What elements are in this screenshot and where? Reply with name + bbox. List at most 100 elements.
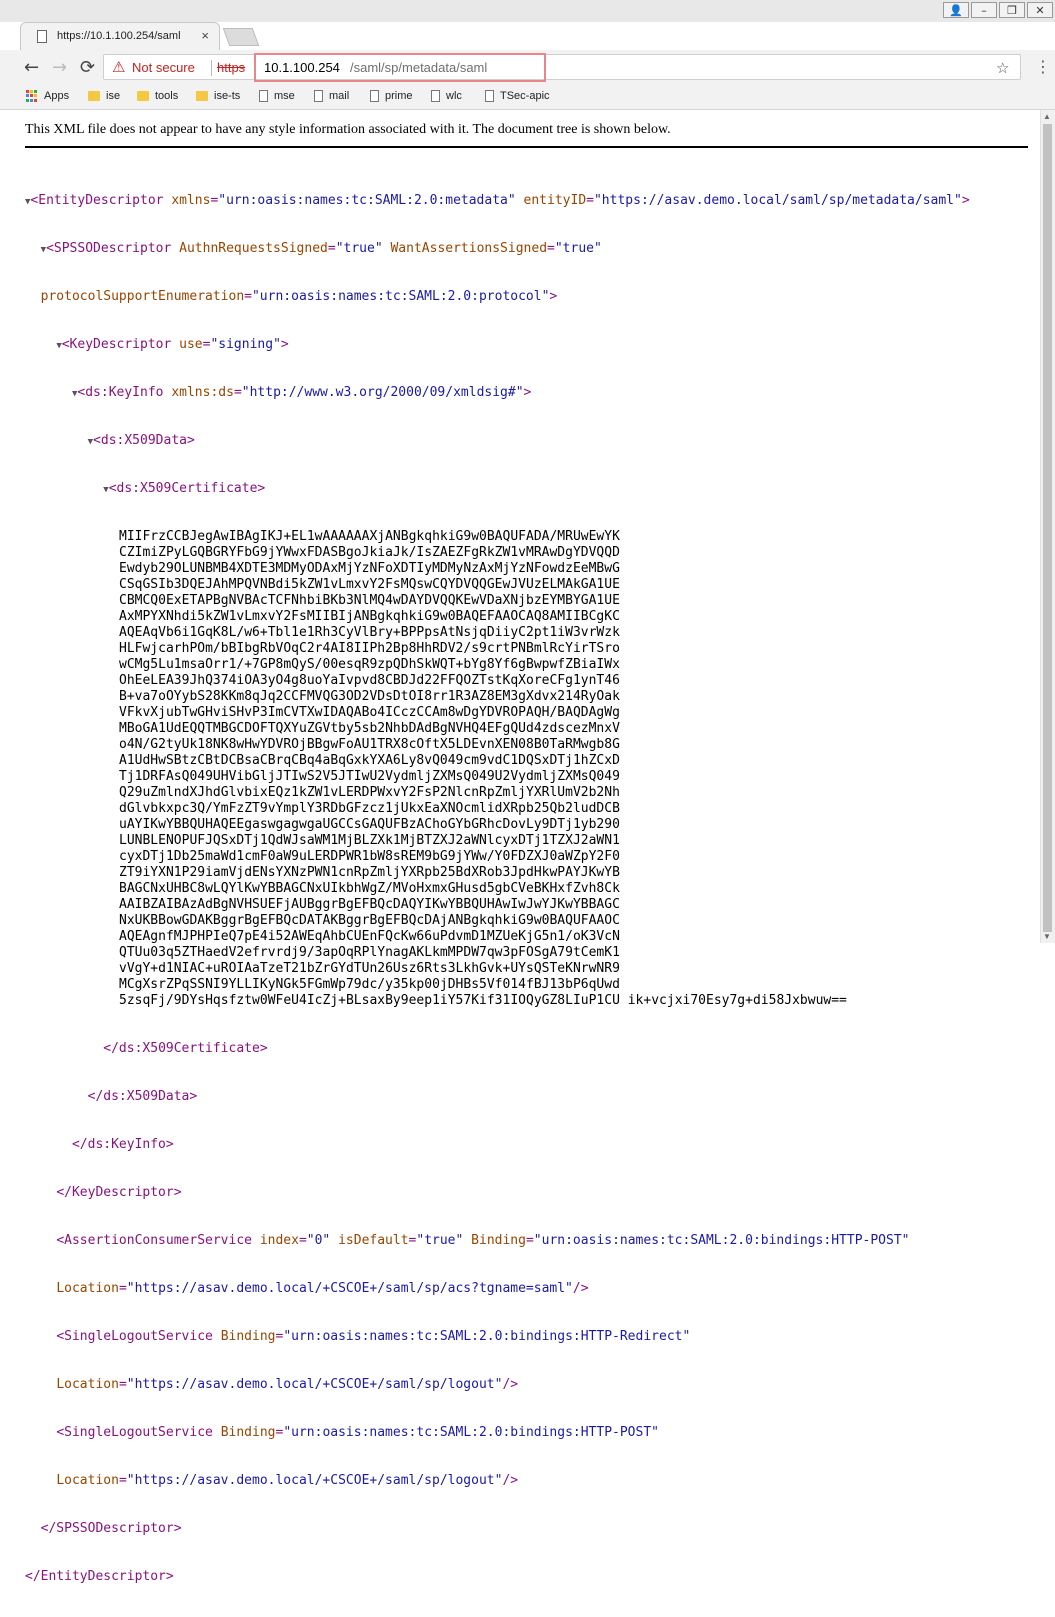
back-icon[interactable]: ←: [24, 57, 39, 78]
scroll-down-icon[interactable]: ▼: [1043, 932, 1051, 941]
xml-attr-name: Location: [56, 1377, 119, 1392]
reload-icon[interactable]: ⟳: [80, 57, 95, 78]
certificate-line: MCgXsrZPqSSNI9YLLIKyNGk5FGmWp79dc/y35kp0…: [119, 977, 620, 992]
certificate-line: wCMg5Lu1msaOrr1/+7GP8mQyS/00esqR9zpQDhSk…: [119, 657, 620, 672]
bookmark-prime[interactable]: prime: [370, 90, 413, 102]
certificate-line: VFkvXjubTwGHviSHvP3ImCVTXwIDAQABo4ICczCC…: [119, 705, 620, 720]
page-icon: [259, 90, 268, 102]
xml-tag: <ds:X509Certificate>: [108, 481, 266, 496]
certificate-line: NxUKBBowGDAKBggrBgEFBQcDATAKBggrBgEFBQcD…: [119, 913, 620, 928]
bookmark-label: Apps: [44, 90, 70, 102]
xml-tag: <AssertionConsumerService: [56, 1233, 252, 1248]
browser-menu-icon[interactable]: ⋮: [1035, 57, 1051, 76]
bookmark-wlc[interactable]: wlc: [431, 90, 462, 102]
bookmark-label: ise-ts: [214, 90, 241, 102]
xml-attr-name: protocolSupportEnumeration: [40, 289, 245, 304]
bookmark-label: prime: [385, 90, 413, 102]
bookmark-ise-ts[interactable]: ise-ts: [196, 90, 240, 102]
certificate-line: HLFwjcarhPOm/bBIbgRbVOqC2r4AI8IIPh2Bp8Hh…: [119, 641, 620, 656]
bookmark-label: mse: [274, 90, 295, 102]
xml-tag: <SingleLogoutService: [56, 1425, 213, 1440]
xml-attr-value: "true": [416, 1233, 464, 1248]
page-icon: [37, 30, 47, 43]
xml-attr-name: Location: [56, 1473, 119, 1488]
xml-viewer: This XML file does not appear to have an…: [0, 110, 1040, 1584]
xml-tag: <SingleLogoutService: [56, 1329, 213, 1344]
bookmark-label: wlc: [446, 90, 462, 102]
bookmark-apps[interactable]: Apps: [26, 90, 69, 102]
xml-attr-value: "https://asav.demo.local/+CSCOE+/saml/sp…: [126, 1377, 503, 1392]
xml-attr-value: "urn:oasis:names:tc:SAML:2.0:bindings:HT…: [283, 1329, 691, 1344]
xml-attr-name: index: [259, 1233, 299, 1248]
bookmark-label: mail: [329, 90, 350, 102]
xml-style-notice: This XML file does not appear to have an…: [25, 122, 671, 137]
divider: [25, 146, 1028, 148]
page-icon: [370, 90, 379, 102]
xml-tag: <KeyDescriptor: [61, 337, 172, 352]
certificate-line: A1UdHwSBtzCBtDCBsaCBrqCBq4aBqGxkYXA6Ly8v…: [119, 753, 620, 768]
bookmarks-bar: Apps ise tools ise-ts mse mail prime wlc…: [0, 85, 1055, 110]
xml-attr-value: "https://asav.demo.local/+CSCOE+/saml/sp…: [126, 1281, 573, 1296]
xml-attr-name: xmlns:ds: [171, 385, 234, 400]
bookmark-star-icon[interactable]: ☆: [996, 59, 1009, 77]
warning-icon[interactable]: ⚠: [112, 58, 127, 76]
window-title-bar: 👤 – ❐ ✕: [0, 0, 1055, 22]
scroll-up-icon[interactable]: ▲: [1043, 112, 1051, 121]
window-controls: 👤 – ❐ ✕: [943, 2, 1053, 18]
tab-close-icon[interactable]: ×: [201, 28, 209, 43]
browser-tab[interactable]: https://10.1.100.254/saml ×: [20, 22, 220, 50]
certificate-line: ZT9iYXN1P29iamVjdENsYXNzPWN1cnRpZmljYXRp…: [119, 865, 620, 880]
new-tab-button[interactable]: [222, 28, 260, 46]
xml-attr-name: use: [179, 337, 203, 352]
xml-tag: <SPSSODescriptor: [46, 241, 172, 256]
xml-tag: <EntityDescriptor: [30, 193, 164, 208]
apps-grid-icon: [26, 90, 38, 102]
folder-icon: [137, 91, 149, 101]
certificate-line: dGlvbkxpc3Q/YmFzZT9vYmplY3RDbGFzcz1jUkxE…: [119, 801, 620, 816]
xml-tag: </ds:X509Certificate>: [103, 1041, 268, 1056]
divider: [211, 60, 212, 76]
close-window-button[interactable]: ✕: [1027, 2, 1053, 18]
address-bar[interactable]: ⚠ Not secure https 10.1.100.254 /saml/sp…: [103, 54, 1021, 80]
xml-attr-value: "true": [554, 241, 602, 256]
certificate-line: o4N/G2tyUk18NK8wHwYDVROjBBgwFoAU1TRX8cOf…: [119, 737, 620, 752]
xml-attr-value: "https://asav.demo.local/saml/sp/metadat…: [593, 193, 962, 208]
forward-icon[interactable]: →: [52, 57, 67, 78]
certificate-line: OhEeLEA39JhQ374iOA3yO4g8uoYaIvpvd8CBDJd2…: [119, 673, 620, 688]
restore-button[interactable]: ❐: [999, 2, 1025, 18]
xml-attr-value: "signing": [210, 337, 281, 352]
xml-tree: ▼<EntityDescriptor xmlns="urn:oasis:name…: [25, 193, 970, 1584]
certificate-line: Q29uZmlndXJhdGlvbixEQz1kZW1vLERDPWxvY2Fs…: [119, 785, 620, 800]
certificate-line: CZImiZPyLGQBGRYFbG9jYWwxFDASBgoJkiaJk/Is…: [119, 545, 620, 560]
certificate-line: MBoGA1UdEQQTMBGCDOFTQXYuZGVtby5sb2NhbDAd…: [119, 721, 620, 736]
xml-attr-name: isDefault: [338, 1233, 409, 1248]
bookmark-mail[interactable]: mail: [314, 90, 349, 102]
bookmark-tools[interactable]: tools: [137, 90, 178, 102]
folder-icon: [88, 91, 100, 101]
xml-tag: </ds:KeyInfo>: [71, 1137, 174, 1152]
page-icon: [314, 90, 323, 102]
folder-icon: [196, 91, 208, 101]
page-icon: [431, 90, 440, 102]
minimize-button[interactable]: –: [971, 2, 997, 18]
scrollbar-thumb[interactable]: [1043, 124, 1052, 932]
url-highlight-box: [254, 53, 546, 82]
xml-tag: </SPSSODescriptor>: [40, 1521, 182, 1536]
bookmark-mse[interactable]: mse: [259, 90, 295, 102]
xml-attr-value: "true": [335, 241, 383, 256]
certificate-line: cyxDTj1Db25maWd1cmF0aW9uLERDPWR1bW8sREM9…: [119, 849, 620, 864]
bookmark-tsec-apic[interactable]: TSec-apic: [485, 90, 550, 102]
xml-attr-value: "urn:oasis:names:tc:SAML:2.0:metadata": [218, 193, 516, 208]
certificate-line: CSqGSIb3DQEJAhMPQVNBdi5kZW1vLmxvY2FsMQsw…: [119, 577, 620, 592]
user-profile-button[interactable]: 👤: [943, 2, 969, 18]
xml-attr-name: entityID: [523, 193, 587, 208]
bookmark-ise[interactable]: ise: [88, 90, 120, 102]
security-label[interactable]: Not secure: [132, 60, 195, 75]
certificate-line: Ewdyb29OLUNBMB4XDTE3MDMyODAxMjYzNFoXDTIy…: [119, 561, 620, 576]
xml-attr-name: Binding: [471, 1233, 526, 1248]
certificate-line: AQEAqVb6i1GqK8L/w6+Tbl1e1Rh3CyVlBry+BPPp…: [119, 625, 620, 640]
xml-attr-name: Binding: [220, 1425, 276, 1440]
tab-title: https://10.1.100.254/saml: [57, 30, 181, 42]
xml-attr-value: "urn:oasis:names:tc:SAML:2.0:protocol": [251, 289, 550, 304]
certificate-line: CBMCQ0ExETAPBgNVBAcTCFNhbiBKb3NlMQ4wDAYD…: [119, 593, 620, 608]
